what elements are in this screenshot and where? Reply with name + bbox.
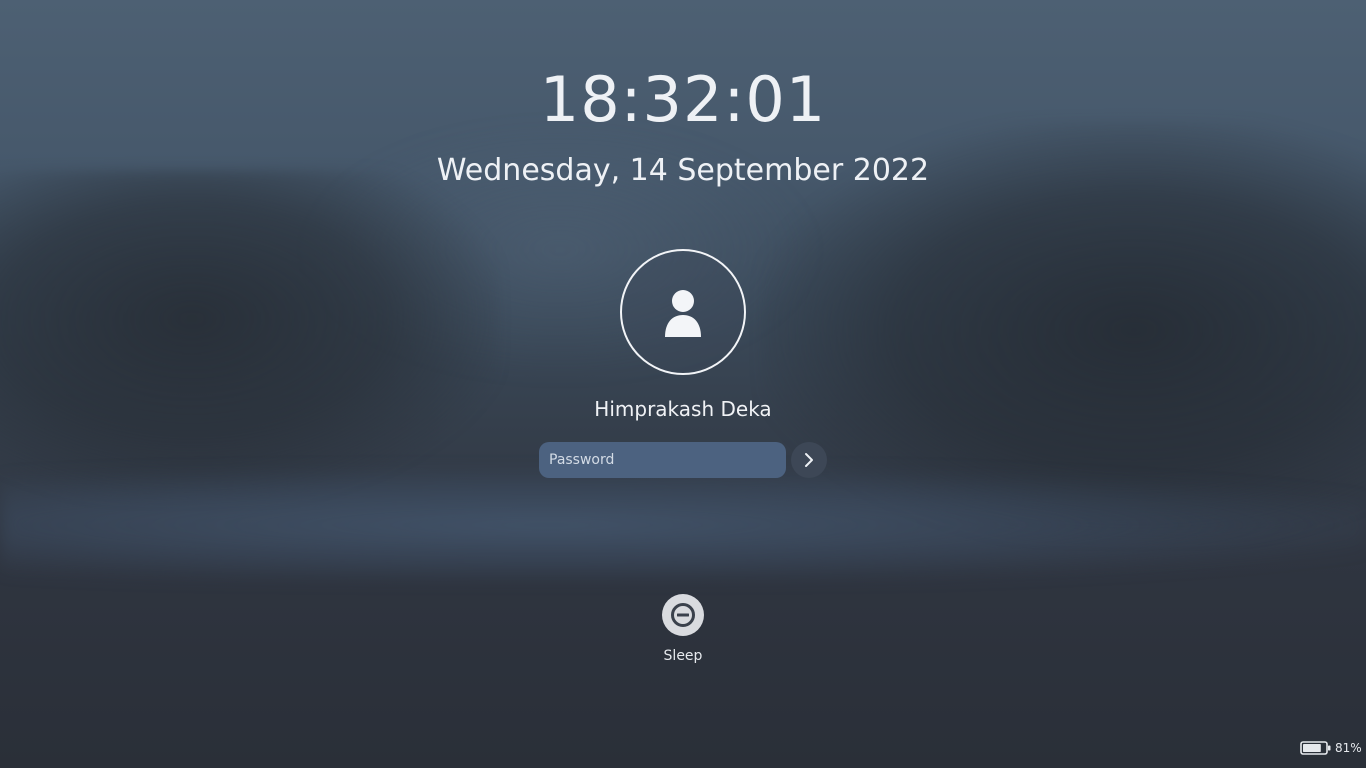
battery-percentage: 81%: [1335, 741, 1362, 755]
battery-icon: [1300, 741, 1331, 755]
user-avatar: [620, 249, 746, 375]
user-icon: [665, 290, 701, 337]
user-name: Himprakash Deka: [594, 397, 772, 421]
chevron-right-icon: [805, 453, 813, 467]
sleep-button-circle[interactable]: [662, 594, 704, 636]
password-input[interactable]: [539, 442, 786, 478]
login-submit-button[interactable]: [791, 442, 827, 478]
sleep-icon: [671, 603, 695, 627]
clock-date: Wednesday, 14 September 2022: [436, 153, 930, 188]
battery-indicator[interactable]: 81%: [1300, 739, 1364, 757]
sleep-button[interactable]: Sleep: [648, 592, 718, 672]
clock-time: 18:32:01: [539, 63, 827, 136]
sleep-label: Sleep: [663, 648, 703, 664]
